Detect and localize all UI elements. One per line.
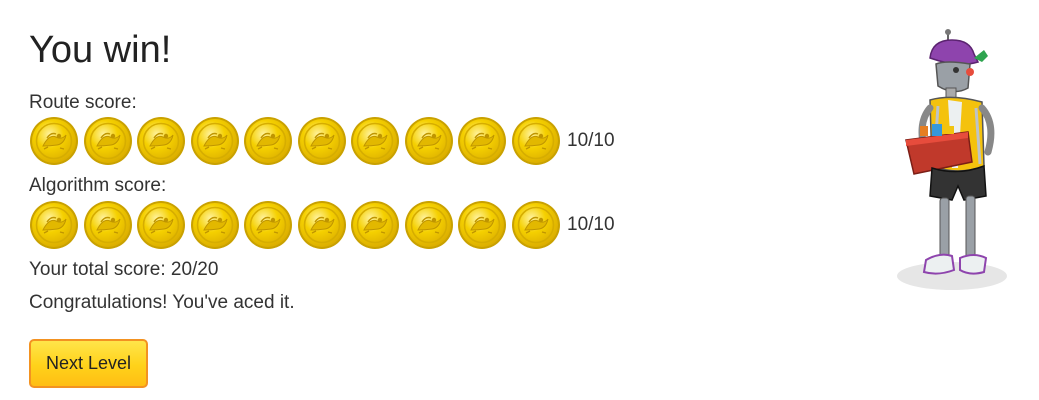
gold-coin-icon <box>83 116 133 166</box>
gold-coin-icon <box>243 200 293 250</box>
gold-coin-icon <box>350 200 400 250</box>
gold-coin-icon <box>457 116 507 166</box>
route-score-value: 10/10 <box>567 130 615 151</box>
gold-coin-icon <box>190 200 240 250</box>
gold-coin-icon <box>511 116 561 166</box>
next-level-button[interactable]: Next Level <box>29 339 148 388</box>
gold-coin-icon <box>404 200 454 250</box>
gold-coin-icon <box>297 200 347 250</box>
gold-coin-icon <box>404 116 454 166</box>
gold-coin-icon <box>243 116 293 166</box>
gold-coin-icon <box>29 116 79 166</box>
page-title: You win! <box>29 29 172 71</box>
gold-coin-icon <box>297 116 347 166</box>
route-score-label: Route score: <box>29 92 137 113</box>
gold-coin-icon <box>83 200 133 250</box>
gold-coin-icon <box>29 200 79 250</box>
algorithm-coin-row: 10/10 <box>29 200 615 250</box>
gold-coin-icon <box>136 116 186 166</box>
route-coin-row: 10/10 <box>29 116 615 166</box>
gold-coin-icon <box>190 116 240 166</box>
gold-coin-icon <box>457 200 507 250</box>
gold-coin-icon <box>511 200 561 250</box>
congratulations-message: Congratulations! You've aced it. <box>29 292 295 313</box>
algorithm-score-label: Algorithm score: <box>29 175 167 196</box>
gold-coin-icon <box>350 116 400 166</box>
algorithm-score-value: 10/10 <box>567 214 615 235</box>
robot-character-illustration <box>897 29 1007 290</box>
gold-coin-icon <box>136 200 186 250</box>
total-score: Your total score: 20/20 <box>29 259 219 280</box>
